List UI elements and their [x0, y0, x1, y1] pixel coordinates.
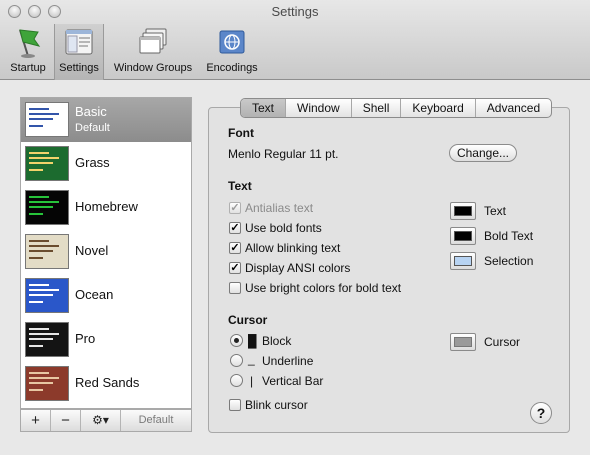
- bold-fonts-label: Use bold fonts: [245, 221, 322, 235]
- text-color-swatch[interactable]: [450, 202, 476, 220]
- profile-default-label: Default: [75, 122, 110, 134]
- profile-item-basic[interactable]: Basic Default: [21, 98, 191, 142]
- profile-name: Homebrew: [75, 199, 138, 214]
- profile-item-ocean[interactable]: Ocean: [21, 274, 191, 318]
- profile-item-red-sands[interactable]: Red Sands: [21, 362, 191, 406]
- profile-name: Red Sands: [75, 375, 140, 390]
- ansi-colors-label: Display ANSI colors: [245, 261, 351, 275]
- ansi-colors-checkbox[interactable]: ✓: [229, 262, 241, 274]
- profile-name: Novel: [75, 243, 109, 258]
- profile-list: Basic Default Grass Homebrew Novel Ocean…: [20, 97, 192, 409]
- bright-bold-checkbox[interactable]: [229, 282, 241, 294]
- bold-text-color-swatch[interactable]: [450, 227, 476, 245]
- help-button[interactable]: ?: [530, 402, 552, 424]
- cursor-color-label: Cursor: [484, 335, 521, 349]
- profile-name: Ocean: [75, 287, 114, 302]
- font-value: Menlo Regular 11 pt.: [228, 147, 339, 161]
- toolbar-label: Settings: [59, 62, 99, 74]
- underline-glyph: _: [248, 352, 255, 366]
- profile-item-homebrew[interactable]: Homebrew: [21, 186, 191, 230]
- toolbar-encodings[interactable]: Encodings: [203, 24, 261, 80]
- tab-window[interactable]: Window: [286, 99, 352, 117]
- toolbar-label: Window Groups: [113, 62, 193, 74]
- blink-cursor-checkbox[interactable]: [229, 399, 241, 411]
- profile-name: Grass: [75, 155, 110, 170]
- underline-label: Underline: [262, 354, 314, 368]
- profile-thumbnail: [25, 322, 69, 357]
- vertical-bar-glyph: |: [250, 374, 254, 388]
- block-label: Block: [262, 334, 292, 348]
- window-groups-icon: [139, 28, 167, 54]
- remove-profile-button[interactable]: −: [51, 410, 81, 431]
- profile-thumbnail: [25, 234, 69, 269]
- profile-name: Pro: [75, 331, 96, 346]
- profile-item-grass[interactable]: Grass: [21, 142, 191, 186]
- profile-thumbnail: [25, 102, 69, 137]
- change-font-button[interactable]: Change...: [449, 144, 517, 162]
- add-profile-button[interactable]: +: [21, 410, 51, 431]
- tab-shell[interactable]: Shell: [352, 99, 402, 117]
- profile-thumbnail: [25, 146, 69, 181]
- selection-color-label: Selection: [484, 254, 534, 268]
- cursor-vertical-bar-radio[interactable]: [230, 374, 243, 387]
- text-color-label: Text: [484, 204, 507, 218]
- blinking-text-checkbox[interactable]: ✓: [229, 242, 241, 254]
- set-default-button[interactable]: Default: [121, 410, 191, 431]
- toolbar-label: Encodings: [206, 62, 258, 74]
- window-title: Settings: [271, 4, 319, 19]
- profile-thumbnail: [25, 190, 69, 225]
- toolbar-settings[interactable]: Settings: [54, 24, 104, 80]
- cursor-underline-radio[interactable]: [230, 354, 243, 367]
- cursor-block-radio[interactable]: [230, 334, 243, 347]
- settings-window: Settings Startup Settings Window Groups …: [0, 0, 590, 455]
- tab-keyboard[interactable]: Keyboard: [401, 99, 476, 117]
- font-section-title: Font: [228, 126, 254, 140]
- blinking-text-label: Allow blinking text: [245, 241, 341, 255]
- settings-icon: [65, 29, 93, 55]
- profile-name: Basic: [75, 104, 107, 119]
- blink-cursor-label: Blink cursor: [245, 398, 308, 412]
- settings-tabs: Text Window Shell Keyboard Advanced: [240, 98, 553, 118]
- bold-text-color-label: Bold Text: [484, 229, 534, 243]
- profile-thumbnail: [25, 366, 69, 401]
- toolbar-window-groups[interactable]: Window Groups: [108, 24, 198, 80]
- bold-fonts-checkbox[interactable]: ✓: [229, 222, 241, 234]
- antialias-label: Antialias text: [245, 201, 314, 215]
- block-glyph: █: [248, 334, 257, 348]
- profile-item-novel[interactable]: Novel: [21, 230, 191, 274]
- startup-flag-icon: [19, 29, 41, 58]
- profile-list-controls: + − ⚙▾ Default: [20, 409, 192, 432]
- cursor-color-swatch[interactable]: [450, 333, 476, 351]
- antialias-checkbox[interactable]: ✓: [229, 202, 241, 214]
- profile-item-pro[interactable]: Pro: [21, 318, 191, 362]
- tab-text[interactable]: Text: [241, 99, 287, 117]
- tab-advanced[interactable]: Advanced: [476, 99, 551, 117]
- vertical-bar-label: Vertical Bar: [262, 374, 324, 388]
- profile-thumbnail: [25, 278, 69, 313]
- cursor-section-title: Cursor: [228, 313, 268, 327]
- encodings-icon: [219, 30, 245, 54]
- gear-menu-button[interactable]: ⚙▾: [81, 410, 121, 431]
- title-bar: Settings Startup Settings Window Groups …: [0, 0, 590, 80]
- selection-color-swatch[interactable]: [450, 252, 476, 270]
- toolbar-label: Startup: [10, 62, 46, 74]
- toolbar-startup[interactable]: Startup: [6, 24, 50, 80]
- bright-bold-label: Use bright colors for bold text: [245, 281, 402, 295]
- text-section-title: Text: [228, 179, 252, 193]
